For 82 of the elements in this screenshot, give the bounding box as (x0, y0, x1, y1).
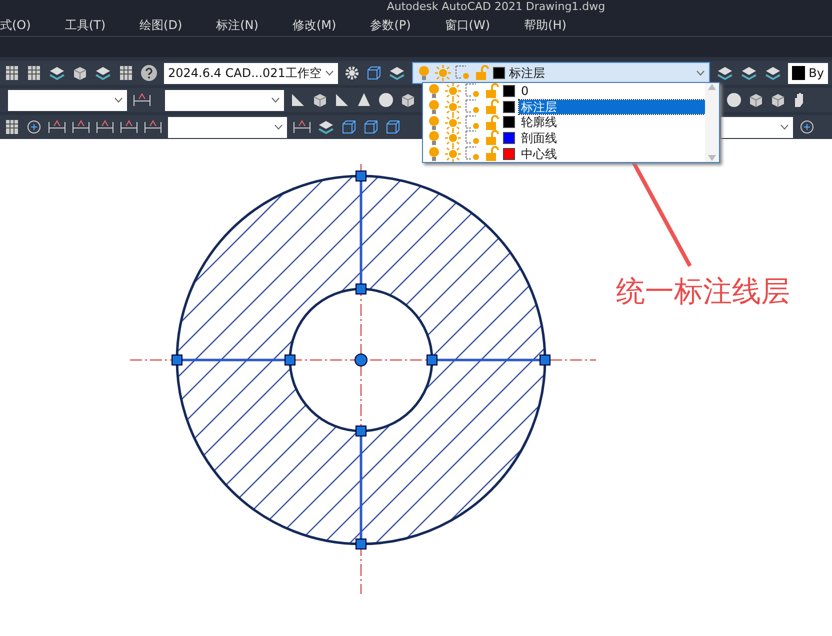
wireframe-box-icon[interactable] (363, 119, 379, 135)
circle-icon[interactable] (26, 119, 42, 135)
bulb-icon[interactable] (427, 98, 441, 115)
dimension-icon[interactable] (293, 119, 311, 135)
grid-icon[interactable] (4, 119, 20, 135)
wireframe-box-icon[interactable] (341, 119, 357, 135)
bulb-icon[interactable] (427, 130, 441, 146)
viewport-icon[interactable] (465, 82, 481, 99)
padlock-icon[interactable] (485, 82, 499, 99)
layers-icon[interactable] (716, 65, 734, 81)
color-dropdown[interactable]: By (788, 62, 828, 84)
cube-icon[interactable] (72, 65, 88, 81)
layers-icon[interactable] (317, 119, 335, 135)
dimension-icon[interactable] (48, 119, 66, 135)
grid-icon[interactable] (26, 65, 42, 81)
cube-icon[interactable] (748, 92, 764, 108)
caret-icon[interactable] (325, 70, 334, 76)
layers-icon[interactable] (388, 65, 406, 81)
layers-icon[interactable] (740, 65, 758, 81)
bulb-icon[interactable] (427, 146, 441, 162)
sun-icon[interactable] (445, 146, 461, 162)
viewport-icon[interactable] (465, 146, 481, 162)
layer-option[interactable]: 0 (519, 84, 705, 98)
layers-icon[interactable] (94, 65, 112, 81)
grid-icon[interactable] (4, 65, 20, 81)
wedge-icon[interactable] (290, 92, 306, 108)
bulb-icon[interactable] (427, 114, 441, 130)
workspace-dropdown[interactable]: 2024.6.4 CAD...021工作空 (164, 62, 338, 84)
sun-icon[interactable] (445, 82, 461, 99)
sphere-icon[interactable] (726, 92, 742, 108)
dimension-icon[interactable] (144, 119, 162, 135)
caret-icon[interactable] (780, 124, 789, 130)
dropdown-field[interactable] (721, 116, 793, 138)
layer-option[interactable]: 剖面线 (519, 131, 705, 146)
caret-icon[interactable] (271, 97, 280, 103)
grid-icon[interactable] (118, 65, 134, 81)
padlock-icon[interactable] (485, 146, 499, 162)
layer-dropdown[interactable]: 标注层 (412, 62, 710, 84)
dropdown-field[interactable] (165, 90, 284, 110)
color-swatch (792, 66, 805, 80)
hand-icon[interactable] (792, 92, 806, 108)
window-title: Autodesk AutoCAD 2021 Drawing1.dwg (386, 0, 606, 14)
menu-item[interactable]: 窗口(W) (440, 16, 520, 34)
dropdown-field[interactable] (168, 116, 287, 138)
dropdown-field[interactable] (8, 90, 127, 110)
bulb-icon[interactable] (427, 82, 441, 99)
dimension-icon[interactable] (96, 119, 114, 135)
cone-icon[interactable] (356, 92, 372, 108)
caret-icon[interactable] (696, 70, 705, 76)
menu-item[interactable]: 标注(N) (212, 16, 288, 34)
layer-option[interactable]: 标注层 (519, 100, 705, 114)
viewport-icon[interactable] (465, 114, 481, 130)
layer-option[interactable]: 中心线 (519, 147, 705, 162)
layers-icon[interactable] (764, 65, 782, 81)
dimension-icon[interactable] (72, 119, 90, 135)
bulb-icon[interactable] (417, 65, 431, 81)
wireframe-box-icon[interactable] (366, 65, 382, 81)
menu-item[interactable]: 式(O) (0, 16, 61, 34)
caret-icon[interactable] (114, 97, 123, 103)
menu-item[interactable]: 修改(M) (288, 16, 366, 34)
viewport-icon[interactable] (465, 98, 481, 115)
cube-icon[interactable] (400, 92, 416, 108)
layers-icon[interactable] (48, 65, 66, 81)
menu-item[interactable]: 帮助(H) (520, 16, 596, 34)
menu-item[interactable]: 参数(P) (366, 16, 441, 34)
viewport-icon[interactable] (455, 65, 471, 81)
dimension-icon[interactable] (133, 92, 151, 108)
menu-item[interactable]: 工具(T) (60, 16, 136, 34)
circle-icon[interactable] (799, 119, 815, 135)
wireframe-box-icon[interactable] (385, 119, 401, 135)
annotation-text: 统一标注线层 (616, 274, 790, 308)
menu-item[interactable]: 绘图(D) (136, 16, 212, 34)
caret-icon[interactable] (274, 124, 283, 130)
viewport-icon[interactable] (465, 130, 481, 146)
gear-icon[interactable] (344, 65, 360, 81)
sphere-icon[interactable] (378, 92, 394, 108)
dimension-icon[interactable] (120, 119, 138, 135)
cube-icon[interactable] (770, 92, 786, 108)
wedge-icon[interactable] (334, 92, 350, 108)
help-icon[interactable] (140, 64, 158, 82)
layer-option[interactable]: 轮廓线 (519, 115, 705, 130)
cube-icon[interactable] (312, 92, 328, 108)
